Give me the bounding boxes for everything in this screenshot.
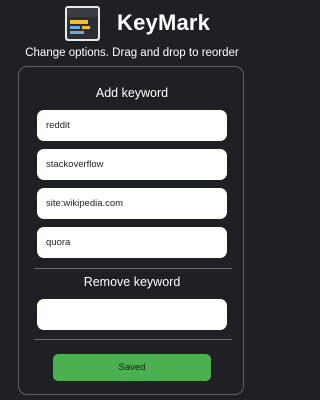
remove-keyword-heading: Remove keyword [83, 275, 181, 289]
save-button[interactable]: Saved [53, 354, 211, 381]
keyword-item[interactable]: quora [37, 227, 227, 258]
remove-keyword-input[interactable] [37, 299, 227, 330]
add-keyword-heading: Add keyword [95, 86, 169, 100]
section-divider [34, 339, 232, 340]
section-divider [34, 268, 232, 269]
instructions-text: Change options. Drag and drop to reorder [25, 47, 239, 59]
header: KeyMark [0, 0, 264, 46]
keyword-item[interactable]: reddit [37, 110, 227, 141]
app-title: KeyMark [117, 10, 211, 35]
keyword-item[interactable]: stackoverflow [37, 149, 227, 180]
keyword-item[interactable]: site:wikipedia.com [37, 188, 227, 219]
keyboard-icon [65, 6, 100, 41]
